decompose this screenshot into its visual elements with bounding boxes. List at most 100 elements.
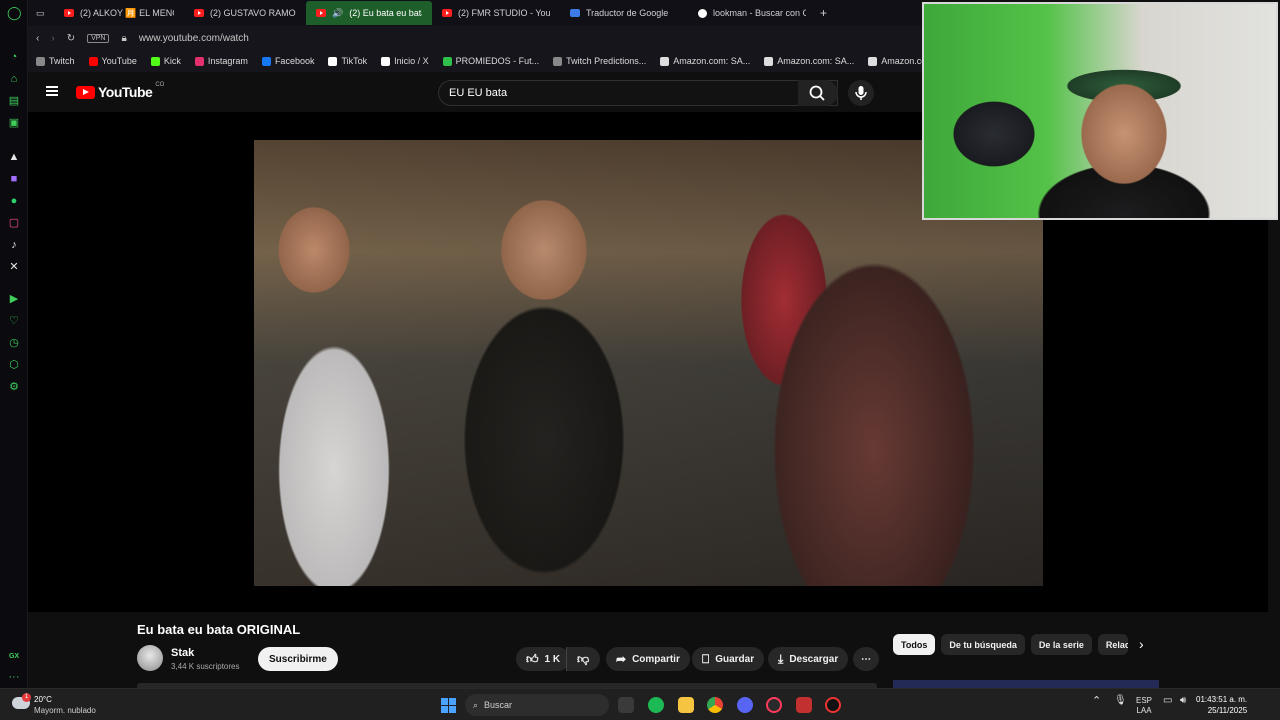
youtube-icon [64,9,74,17]
bookmark-item[interactable]: Amazon.com: SA... [660,56,750,66]
tab-label: (2) Eu bata eu bata O [349,8,422,18]
save-button[interactable]: ⎕ Guardar [692,647,765,671]
related-video-thumbnails[interactable] [893,680,1159,688]
opera-gx-icon[interactable] [766,697,782,713]
settings-icon[interactable]: ⚙ [7,380,21,394]
bookmark-item[interactable]: Amazon.com: CR... [868,56,922,66]
bookmark-favicon-icon [194,56,204,66]
tab-google-translate[interactable]: Traductor de Google [560,1,688,25]
bookmark-item[interactable]: TikTok [328,56,367,66]
search-button[interactable] [798,80,838,106]
microphone-tray-icon[interactable]: 🎙︎ [1114,696,1127,706]
bookmark-item[interactable]: Inicio / X [381,56,429,66]
search-query-text: EU EU bata [449,87,508,99]
bookmark-label: Facebook [274,56,315,66]
weather-condition[interactable]: Mayorm. nublado [34,706,96,715]
volume-icon[interactable]: 🔊︎ [1180,696,1186,706]
new-tab-button[interactable]: + [816,1,836,25]
chip-todos[interactable]: Todos [893,634,936,655]
spotify-icon[interactable] [648,697,664,713]
share-button[interactable]: ➦ Compartir [606,647,690,671]
temperature[interactable]: 20°C [34,695,52,704]
youtube-logo[interactable]: YouTube CO [76,82,164,100]
opera-logo-icon[interactable]: ◯ [7,6,22,20]
extensions-icon[interactable]: ⬡ [7,358,21,372]
sidebar-more-icon[interactable]: ··· [7,670,21,684]
heart-icon[interactable]: ♡ [7,314,21,328]
dislike-button[interactable]: 👎︎ [566,647,600,671]
instagram-icon[interactable]: ▢ [7,216,21,230]
like-button[interactable]: 👍︎ 1 K [516,647,571,671]
bookmark-item[interactable]: Instagram [194,56,248,66]
bookmark-label: Twitch Predictions... [566,56,647,66]
x-icon[interactable]: ✕ [7,260,21,274]
bookmark-item[interactable]: PROMIEDOS - Fut... [442,56,539,66]
back-icon[interactable]: ‹ [36,33,39,44]
tab-lookman-search[interactable]: lookman - Buscar con Goo [688,1,816,25]
search-icon: ⌕ [473,699,479,710]
file-explorer-icon[interactable] [678,697,694,713]
whatsapp-icon[interactable]: ● [7,194,21,208]
task-view-icon[interactable] [618,697,634,713]
speaker-icon[interactable]: 🔊 [332,8,343,19]
forward-icon[interactable]: › [51,33,54,44]
channel-name[interactable]: Stak [171,647,194,659]
search-icon [809,85,825,101]
bookmark-item[interactable]: YouTube [88,56,137,66]
chip-de-tu-busqueda[interactable]: De tu búsqueda [941,634,1025,655]
address-bar: ‹ › ↻ VPN 🔒︎ www.youtube.com/watch [28,26,922,50]
language-indicator[interactable]: ESP LAA [1136,696,1152,716]
bookmark-favicon-icon [36,56,45,66]
more-actions-button[interactable]: ⋯ [853,647,879,671]
player-icon[interactable]: ▶ [7,292,21,306]
desktop-screen: ◯ ◔ ⌂ ▤ ▣ ▲ ■ ● ▢ ♪ ✕ ▶ ♡ ◷ ⬡ ⚙ GX ··· ▭… [0,0,1280,720]
tab-gustavo-ramos[interactable]: (2) GUSTAVO RAMOS 🈷️ [184,1,306,25]
gx-player-icon[interactable]: ▣ [7,116,21,130]
aria-icon[interactable]: ▲ [7,150,21,164]
bookmark-item[interactable]: Amazon.com: SA... [764,56,854,66]
voice-search-button[interactable] [848,80,874,106]
url-field[interactable]: www.youtube.com/watch [139,33,249,44]
chrome-icon[interactable] [707,697,723,713]
chevron-right-icon[interactable]: › [1139,636,1144,652]
channel-avatar[interactable] [137,645,163,671]
bookmark-item[interactable]: Twitch Predictions... [553,56,646,66]
bookmark-item[interactable]: Twitch [36,56,75,66]
discord-icon[interactable] [737,697,753,713]
download-button[interactable]: ⤓ Descargar [768,647,849,671]
streaming-app-icon[interactable] [796,697,812,713]
bookmark-favicon-icon [764,56,774,66]
tab-eu-bata[interactable]: 🔊 (2) Eu bata eu bata O [306,1,432,25]
chip-relacionados[interactable]: Relac [1097,634,1128,655]
history-icon[interactable]: ◷ [7,336,21,350]
chevron-up-icon[interactable]: ⌃ [1092,696,1101,707]
search-input[interactable]: EU EU bata ✕ [438,80,838,106]
reload-icon[interactable]: ↻ [67,33,75,44]
tab-fmr-studio[interactable]: (2) FMR STUDIO - YouTu [432,1,560,25]
bookmark-label: Amazon.com: SA... [777,56,855,66]
taskbar-search-input[interactable]: ⌕ Buscar [465,694,609,716]
tiktok-icon[interactable]: ♪ [7,238,21,252]
system-clock[interactable]: 01:43:51 a. m. 25/11/2025 [1196,694,1247,716]
tab-alkoy[interactable]: (2) ALKOY 🈷️ EL MENOR [54,1,184,25]
gx-corner-icon[interactable]: ⌂ [7,72,21,86]
browser-sidebar: ◯ ◔ ⌂ ▤ ▣ ▲ ■ ● ▢ ♪ ✕ ▶ ♡ ◷ ⬡ ⚙ GX ··· [0,0,28,688]
bookmark-item[interactable]: Facebook [261,56,315,66]
gx-control-icon[interactable]: ◔ [7,50,21,64]
twitch-icon[interactable]: ■ [7,172,21,186]
windows-start-icon[interactable] [441,698,456,713]
vpn-badge[interactable]: VPN [87,33,110,43]
tab-menu-icon[interactable]: ▭ [28,1,54,25]
chip-de-la-serie[interactable]: De la serie [1030,634,1092,655]
menu-icon[interactable] [46,86,58,96]
bookmark-label: TikTok [341,56,368,66]
subscriber-count: 3,44 K suscriptores [171,662,240,671]
youtube-icon [316,9,326,17]
gx-cleaner-icon[interactable]: ▤ [7,94,21,108]
bookmark-item[interactable]: Kick [150,56,181,66]
bookmark-label: Amazon.com: CR... [881,56,922,66]
recording-app-icon[interactable] [825,697,841,713]
network-icon[interactable]: ▭ [1163,696,1172,706]
subscribe-button[interactable]: Suscribirme [258,647,338,671]
gx-label: GX [8,653,20,660]
